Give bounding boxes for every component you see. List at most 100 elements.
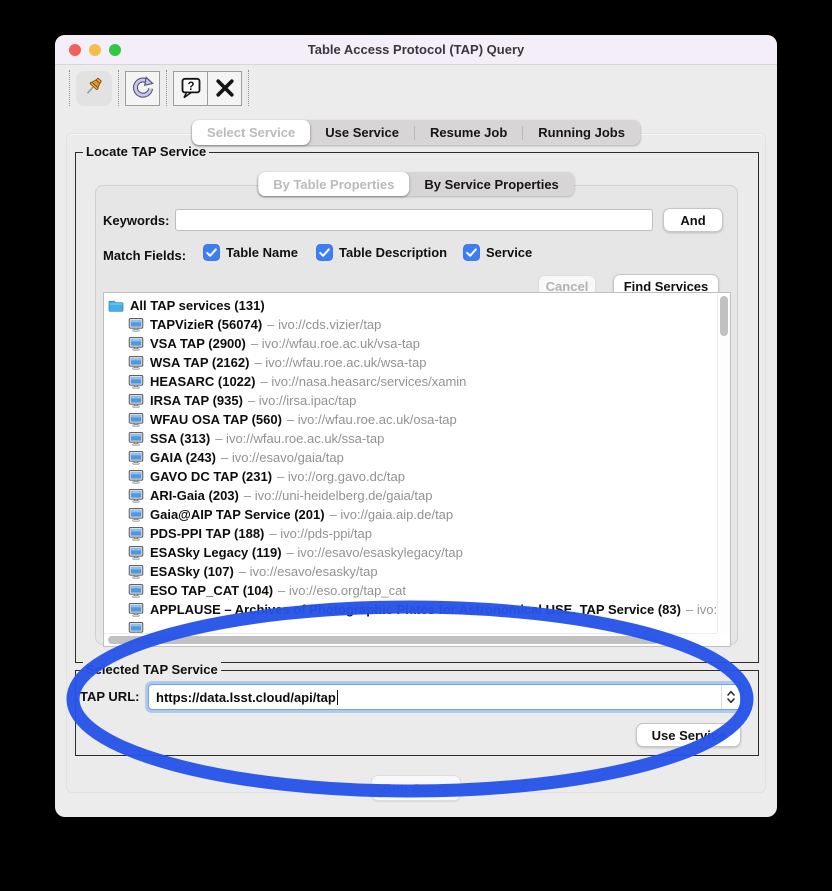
use-service-button[interactable]: Use Service: [636, 723, 741, 747]
checkbox-table-name[interactable]: Table Name: [203, 244, 298, 261]
toolbar-separator: [166, 70, 167, 106]
service-name: VSA TAP (2900): [150, 336, 246, 351]
close-dialog-button[interactable]: [207, 71, 242, 106]
service-ivoid: – ivo://www.p: [686, 602, 717, 617]
service-name: TAPVizieR (56074): [150, 317, 262, 332]
computer-icon: [128, 374, 144, 390]
pin-window-button[interactable]: [76, 71, 112, 106]
tap-url-combobox[interactable]: https://data.lsst.cloud/api/tap: [148, 684, 741, 710]
traffic-lights: [69, 44, 121, 56]
toolbar: [55, 65, 777, 111]
list-item[interactable]: VSA TAP (2900) – ivo://wfau.roe.ac.uk/vs…: [104, 334, 717, 353]
service-ivoid: – ivo://pds-ppi/tap: [269, 526, 372, 541]
keywords-label: Keywords:: [103, 213, 169, 228]
service-ivoid: – ivo://org.gavo.dc/tap: [277, 469, 405, 484]
list-item[interactable]: ESO TAP_CAT (104) – ivo://eso.org/tap_ca…: [104, 581, 717, 600]
service-name: SSA (313): [150, 431, 210, 446]
tab-by-table-properties[interactable]: By Table Properties: [258, 172, 409, 196]
computer-icon: [128, 602, 144, 618]
list-item[interactable]: ESASky Legacy (119) – ivo://esavo/esasky…: [104, 543, 717, 562]
service-name: Gaia@AIP TAP Service (201): [150, 507, 325, 522]
computer-icon: [128, 545, 144, 561]
computer-icon: [128, 355, 144, 371]
service-name: ESO TAP_CAT (104): [150, 583, 273, 598]
list-item[interactable]: HEASARC (1022) – ivo://nasa.heasarc/serv…: [104, 372, 717, 391]
list-item[interactable]: ESASky (107) – ivo://esavo/esasky/tap: [104, 562, 717, 581]
computer-icon: [128, 488, 144, 504]
chevron-up-down-icon: [726, 688, 736, 706]
service-name: GAVO DC TAP (231): [150, 469, 272, 484]
keywords-input[interactable]: [175, 209, 653, 231]
toolbar-separator: [118, 70, 119, 106]
help-button[interactable]: [173, 71, 208, 106]
horizontal-scrollbar-thumb[interactable]: [108, 636, 658, 644]
close-window-button[interactable]: [69, 44, 81, 56]
computer-icon: [128, 621, 144, 634]
match-fields-label: Match Fields:: [103, 248, 186, 263]
checkbox-checked-icon: [463, 244, 480, 261]
title-bar[interactable]: Table Access Protocol (TAP) Query: [55, 35, 777, 65]
tree-root-row[interactable]: All TAP services (131): [104, 296, 717, 315]
locate-group-title: Locate TAP Service: [83, 144, 209, 159]
checkbox-service[interactable]: Service: [463, 244, 532, 261]
run-query-button[interactable]: Run Query: [371, 775, 461, 801]
list-item[interactable]: ARI-Gaia (203) – ivo://uni-heidelberg.de…: [104, 486, 717, 505]
service-name: GAIA (243): [150, 450, 216, 465]
service-ivoid: – ivo://wfau.roe.ac.uk/wsa-tap: [254, 355, 426, 370]
service-ivoid: – ivo://esavo/esasky/tap: [239, 564, 378, 579]
checkbox-table-description[interactable]: Table Description: [316, 244, 447, 261]
list-item[interactable]: IRSA TAP (935) – ivo://irsa.ipac/tap: [104, 391, 717, 410]
service-name: PDS-PPI TAP (188): [150, 526, 264, 541]
folder-icon: [108, 298, 124, 314]
service-ivoid: – ivo://wfau.roe.ac.uk/ssa-tap: [215, 431, 384, 446]
computer-icon: [128, 412, 144, 428]
list-item[interactable]: SSA (313) – ivo://wfau.roe.ac.uk/ssa-tap: [104, 429, 717, 448]
service-ivoid: – ivo://nasa.heasarc/services/xamin: [260, 374, 466, 389]
tab-running-jobs[interactable]: Running Jobs: [523, 120, 640, 145]
selected-group-title: Selected TAP Service: [83, 662, 221, 677]
list-item[interactable]: WSA TAP (2162) – ivo://wfau.roe.ac.uk/ws…: [104, 353, 717, 372]
and-button[interactable]: And: [663, 208, 723, 232]
computer-icon: [128, 564, 144, 580]
tap-service-list: All TAP services (131) TAPVizieR (56074)…: [103, 292, 731, 647]
computer-icon: [128, 393, 144, 409]
list-item[interactable]: PDS-PPI TAP (188) – ivo://pds-ppi/tap: [104, 524, 717, 543]
list-item[interactable]: Gaia@AIP TAP Service (201) – ivo://gaia.…: [104, 505, 717, 524]
vertical-scrollbar[interactable]: [717, 293, 730, 633]
search-mode-tab-bar: By Table Properties By Service Propertie…: [258, 172, 574, 196]
service-ivoid: – ivo://wfau.roe.ac.uk/vsa-tap: [251, 336, 420, 351]
list-item[interactable]: GAIA (243) – ivo://esavo/gaia/tap: [104, 448, 717, 467]
list-item[interactable]: APPLAUSE – Archives of Photographic Plat…: [104, 600, 717, 619]
tab-select-service[interactable]: Select Service: [192, 120, 310, 145]
horizontal-scrollbar[interactable]: [104, 633, 717, 646]
tab-resume-job[interactable]: Resume Job: [415, 120, 522, 145]
service-ivoid: – ivo://cds.vizier/tap: [267, 317, 381, 332]
list-item[interactable]: WFAU OSA TAP (560) – ivo://wfau.roe.ac.u…: [104, 410, 717, 429]
toolbar-separator: [69, 70, 70, 106]
service-name: APPLAUSE – Archives of Photographic Plat…: [150, 602, 681, 617]
list-item[interactable]: TAPVizieR (56074) – ivo://cds.vizier/tap: [104, 315, 717, 334]
tab-by-service-properties[interactable]: By Service Properties: [409, 172, 573, 196]
tap-url-value: https://data.lsst.cloud/api/tap: [149, 690, 336, 705]
window-title: Table Access Protocol (TAP) Query: [308, 42, 524, 57]
reload-button[interactable]: [125, 71, 160, 106]
service-ivoid: – ivo://wfau.roe.ac.uk/osa-tap: [287, 412, 457, 427]
zoom-window-button[interactable]: [109, 44, 121, 56]
tab-use-service[interactable]: Use Service: [310, 120, 414, 145]
tap-query-window: Table Access Protocol (TAP) Query Select…: [55, 35, 777, 817]
pin-icon: [82, 76, 106, 100]
computer-icon: [128, 526, 144, 542]
computer-icon: [128, 583, 144, 599]
combobox-stepper[interactable]: [721, 685, 740, 709]
service-ivoid: – ivo://eso.org/tap_cat: [278, 583, 406, 598]
list-item[interactable]: GAVO DC TAP (231) – ivo://org.gavo.dc/ta…: [104, 467, 717, 486]
checkbox-checked-icon: [316, 244, 333, 261]
tree-view: All TAP services (131) TAPVizieR (56074)…: [104, 293, 717, 633]
computer-icon: [128, 336, 144, 352]
list-item-partial[interactable]: [104, 619, 717, 633]
service-ivoid: – ivo://irsa.ipac/tap: [248, 393, 356, 408]
computer-icon: [128, 469, 144, 485]
vertical-scrollbar-thumb[interactable]: [720, 296, 728, 336]
minimize-window-button[interactable]: [89, 44, 101, 56]
checkbox-label: Table Description: [339, 245, 447, 260]
